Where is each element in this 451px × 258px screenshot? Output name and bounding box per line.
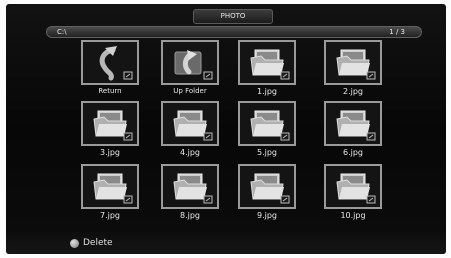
photo-folder-icon — [161, 101, 219, 146]
file-label: 1.jpg — [256, 87, 277, 96]
photo-folder-icon — [238, 164, 296, 209]
photo-folder-icon — [238, 40, 296, 85]
photo-folder-icon — [324, 164, 382, 209]
file-tile[interactable]: 10.jpg — [324, 164, 384, 224]
delete-label: Delete — [83, 238, 113, 248]
file-label: 8.jpg — [179, 211, 200, 220]
file-tile[interactable]: Return — [81, 40, 141, 100]
file-tile[interactable]: 9.jpg — [238, 164, 298, 224]
photo-folder-icon — [81, 164, 139, 209]
file-tile[interactable]: 4.jpg — [161, 101, 221, 161]
file-label: 4.jpg — [179, 148, 200, 157]
photo-folder-icon — [324, 40, 382, 85]
return-arrow-icon — [81, 40, 139, 85]
file-tile[interactable]: 6.jpg — [324, 101, 384, 161]
photo-folder-icon — [81, 101, 139, 146]
photo-folder-icon — [324, 101, 382, 146]
file-tile[interactable]: 1.jpg — [238, 40, 298, 100]
file-tile[interactable]: 3.jpg — [81, 101, 141, 161]
file-label: 10.jpg — [340, 211, 366, 220]
file-label: 9.jpg — [256, 211, 277, 220]
file-label: 2.jpg — [342, 87, 363, 96]
file-label: Return — [98, 87, 122, 95]
file-tile[interactable]: 8.jpg — [161, 164, 221, 224]
file-label: Up Folder — [173, 87, 207, 95]
file-label: 3.jpg — [99, 148, 120, 157]
up-folder-icon — [161, 40, 219, 85]
photo-folder-icon — [161, 164, 219, 209]
file-label: 7.jpg — [99, 211, 120, 220]
file-label: 5.jpg — [256, 148, 277, 157]
file-grid: Return Up Folder 1.jpg 2.jpg 3.jpg 4.jpg… — [6, 4, 446, 254]
file-label: 6.jpg — [342, 148, 363, 157]
delete-button[interactable]: Delete — [70, 236, 113, 250]
photo-folder-icon — [238, 101, 296, 146]
option-dot-icon — [70, 238, 79, 248]
media-browser-screen: PHOTO C:\ 1 / 3 Return Up Folder 1.jpg 2… — [6, 4, 446, 254]
file-tile[interactable]: Up Folder — [161, 40, 221, 100]
file-tile[interactable]: 7.jpg — [81, 164, 141, 224]
file-tile[interactable]: 2.jpg — [324, 40, 384, 100]
file-tile[interactable]: 5.jpg — [238, 101, 298, 161]
